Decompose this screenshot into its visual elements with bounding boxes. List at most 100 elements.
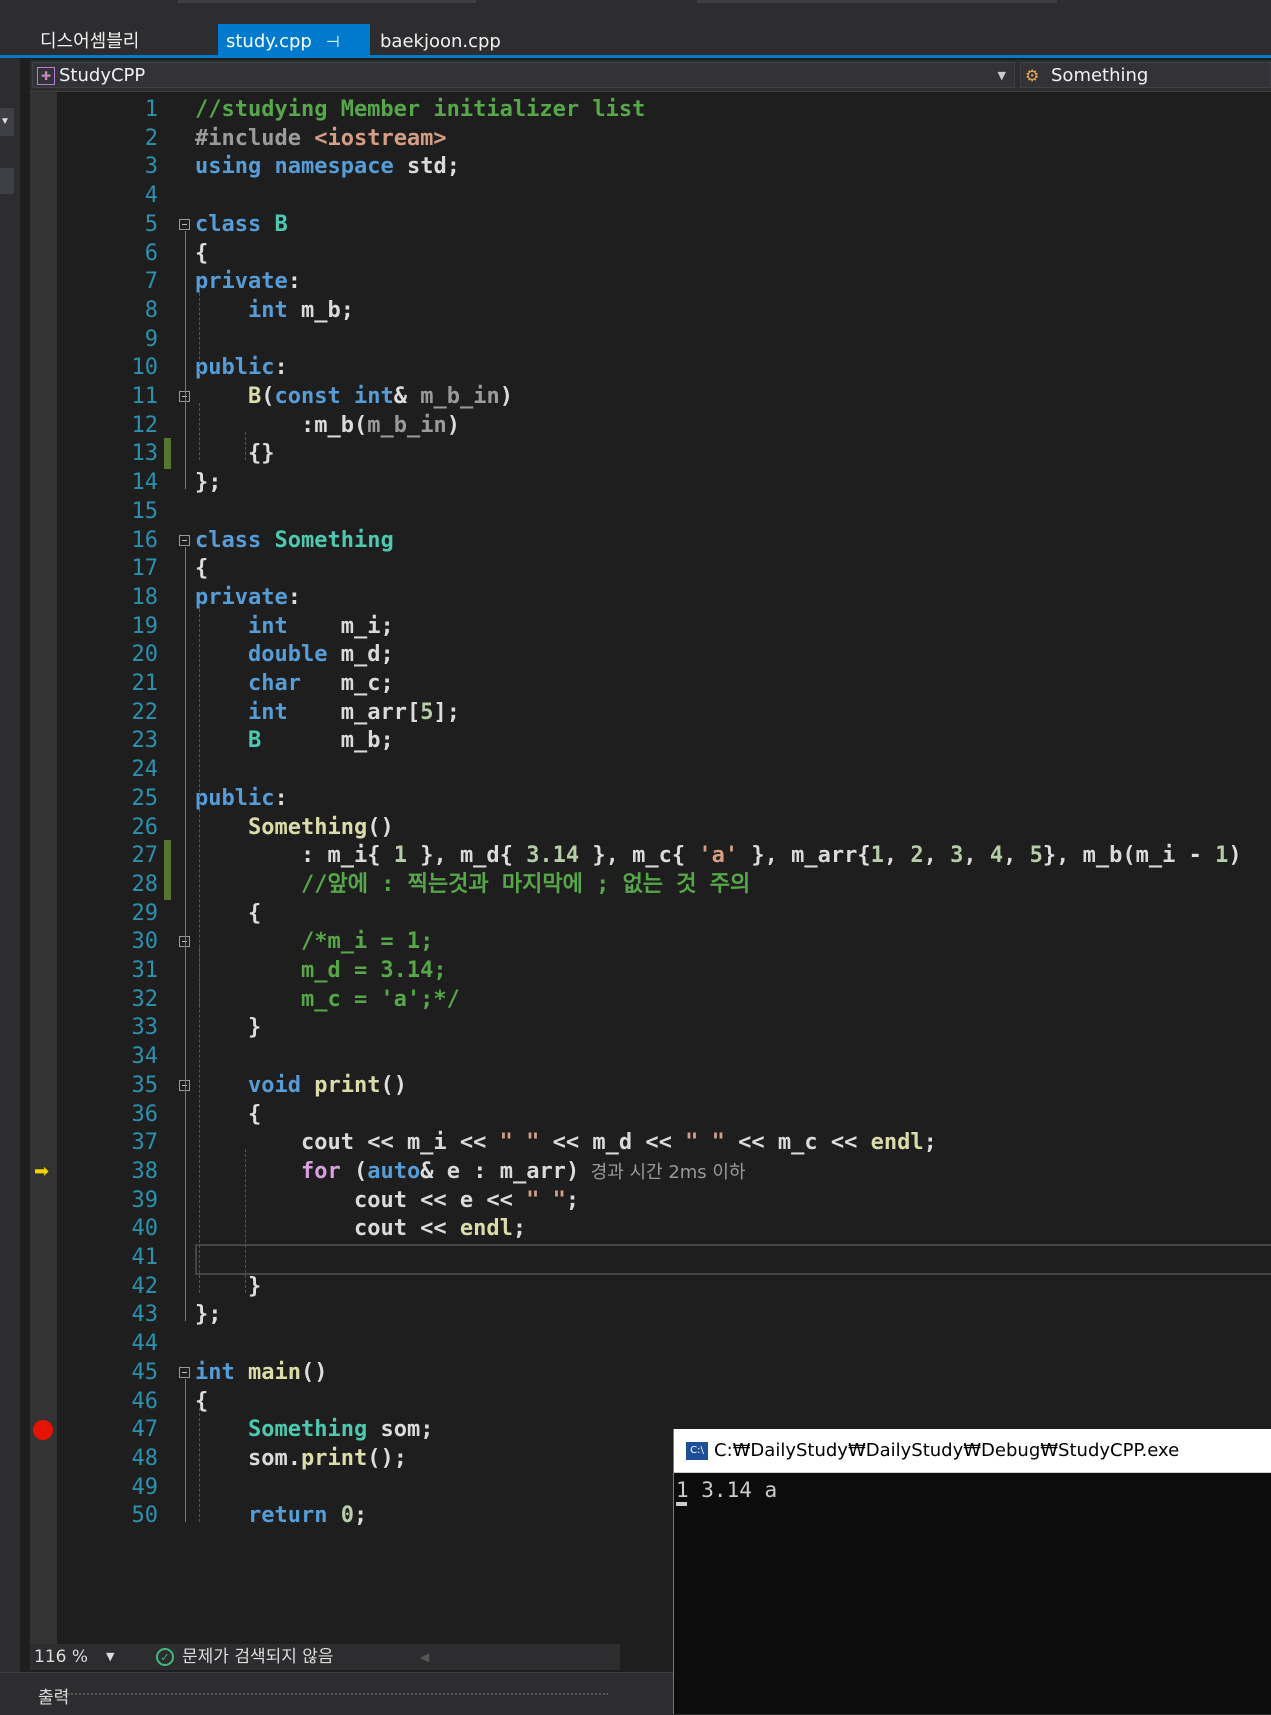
- code-line[interactable]: 20 double m_d;: [30, 639, 1271, 670]
- code-text[interactable]: Something som;: [195, 1414, 433, 1445]
- code-line[interactable]: 35 void print(): [30, 1070, 1271, 1101]
- output-panel-title[interactable]: 출력: [38, 1683, 69, 1708]
- zoom-level[interactable]: 116 %: [34, 1644, 88, 1670]
- tab-baekjoon-cpp[interactable]: baekjoon.cpp: [372, 24, 522, 56]
- code-text[interactable]: m_c = 'a';*/: [195, 984, 460, 1015]
- code-line[interactable]: 11 B(const int& m_b_in): [30, 381, 1271, 412]
- code-line[interactable]: 45 int main(): [30, 1357, 1271, 1388]
- scope-dropdown[interactable]: ⚙ Something: [1020, 62, 1271, 88]
- code-text[interactable]: {: [195, 553, 208, 584]
- code-text[interactable]: public:: [195, 352, 288, 383]
- code-line[interactable]: 28 //앞에 : 찍는것과 마지막에 ; 없는 것 주의: [30, 868, 1271, 900]
- code-text[interactable]: class B: [195, 209, 288, 240]
- code-text[interactable]: using namespace std;: [195, 151, 460, 182]
- code-line[interactable]: 36 {: [30, 1099, 1271, 1130]
- code-text[interactable]: char m_c;: [195, 668, 394, 699]
- console-window[interactable]: C:\ C:₩DailyStudy₩DailyStudy₩Debug₩StudyC…: [673, 1429, 1271, 1714]
- code-line[interactable]: 33 }: [30, 1012, 1271, 1043]
- code-line[interactable]: 13 {}: [30, 438, 1271, 470]
- console-title-bar[interactable]: C:\ C:₩DailyStudy₩DailyStudy₩Debug₩StudyC…: [674, 1429, 1271, 1473]
- code-text[interactable]: Something(): [195, 812, 394, 843]
- code-text[interactable]: {: [195, 1386, 208, 1417]
- code-text[interactable]: som.print();: [195, 1443, 407, 1474]
- code-text[interactable]: : m_i{ 1 }, m_d{ 3.14 }, m_c{ 'a' }, m_a…: [195, 840, 1242, 871]
- code-text[interactable]: int m_arr[5];: [195, 697, 460, 728]
- side-tab[interactable]: [0, 168, 14, 194]
- code-line[interactable]: 16 class Something: [30, 525, 1271, 556]
- code-text[interactable]: {: [195, 238, 208, 269]
- collapse-toggle-icon[interactable]: [179, 1366, 190, 1378]
- tab-disassembly[interactable]: 디스어셈블리: [32, 24, 208, 56]
- code-line[interactable]: 2 #include <iostream>: [30, 123, 1271, 154]
- code-line[interactable]: 10 public:: [30, 352, 1271, 383]
- code-line[interactable]: 8 int m_b;: [30, 295, 1271, 326]
- code-text[interactable]: //앞에 : 찍는것과 마지막에 ; 없는 것 주의: [195, 869, 750, 900]
- code-text[interactable]: #include <iostream>: [195, 123, 447, 154]
- tab-study-cpp[interactable]: study.cpp⊣✕: [218, 24, 370, 87]
- code-line[interactable]: 32 m_c = 'a';*/: [30, 984, 1271, 1015]
- code-line[interactable]: 4: [30, 180, 1271, 211]
- code-line[interactable]: 43};: [30, 1299, 1271, 1330]
- code-line[interactable]: 44: [30, 1328, 1271, 1359]
- code-text[interactable]: cout << m_i << " " << m_d << " " << m_c …: [195, 1127, 937, 1158]
- code-text[interactable]: B(const int& m_b_in): [195, 381, 513, 412]
- project-dropdown[interactable]: ✚ StudyCPP ▼: [32, 62, 1015, 88]
- code-line[interactable]: 15: [30, 496, 1271, 527]
- code-line[interactable]: 46 {: [30, 1386, 1271, 1417]
- code-line[interactable]: 22 int m_arr[5];: [30, 697, 1271, 728]
- code-text[interactable]: /*m_i = 1;: [195, 926, 433, 957]
- code-text[interactable]: {: [195, 898, 261, 929]
- code-text[interactable]: int m_i;: [195, 611, 394, 642]
- code-editor[interactable]: 1 //studying Member initializer list 2 #inc…: [30, 92, 1271, 1644]
- code-text[interactable]: }: [195, 1271, 261, 1302]
- breakpoint-icon[interactable]: [33, 1420, 53, 1441]
- code-line[interactable]: 37 cout << m_i << " " << m_d << " " << m…: [30, 1127, 1271, 1158]
- code-line[interactable]: 42 }: [30, 1271, 1271, 1302]
- code-line[interactable]: 21 char m_c;: [30, 668, 1271, 699]
- code-text[interactable]: class Something: [195, 525, 394, 556]
- perf-tip[interactable]: 경과 시간 2ms 이하: [579, 1162, 746, 1183]
- code-line[interactable]: 25 public:: [30, 783, 1271, 814]
- code-text[interactable]: private:: [195, 266, 301, 297]
- code-line[interactable]: 9: [30, 324, 1271, 355]
- dropdown-arrow-icon[interactable]: ▼: [0, 108, 14, 136]
- code-line[interactable]: 34: [30, 1041, 1271, 1072]
- code-text[interactable]: cout << e << " ";: [195, 1185, 579, 1216]
- code-text[interactable]: return 0;: [195, 1500, 367, 1531]
- code-text[interactable]: m_d = 3.14;: [195, 955, 447, 986]
- code-text[interactable]: //studying Member initializer list: [195, 94, 645, 125]
- code-line[interactable]: 38 ➡ for (auto& e : m_arr) 경과 시간 2ms 이하: [30, 1156, 1271, 1187]
- code-line[interactable]: 12 :m_b(m_b_in): [30, 410, 1271, 441]
- code-line[interactable]: 26 Something(): [30, 812, 1271, 843]
- code-line[interactable]: 40 cout << endl;: [30, 1213, 1271, 1244]
- code-text[interactable]: B m_b;: [195, 725, 394, 756]
- code-line[interactable]: 18 private:: [30, 582, 1271, 613]
- code-line[interactable]: 5 class B: [30, 209, 1271, 240]
- code-line[interactable]: 17 {: [30, 553, 1271, 584]
- code-text[interactable]: for (auto& e : m_arr) 경과 시간 2ms 이하: [195, 1156, 746, 1188]
- code-text[interactable]: private:: [195, 582, 301, 613]
- code-line[interactable]: 1 //studying Member initializer list: [30, 94, 1271, 125]
- code-text[interactable]: };: [195, 1299, 222, 1330]
- code-text[interactable]: public:: [195, 783, 288, 814]
- scroll-left-icon[interactable]: ◀: [420, 1644, 429, 1670]
- collapse-toggle-icon[interactable]: [179, 534, 190, 546]
- code-line[interactable]: 39 cout << e << " ";: [30, 1185, 1271, 1216]
- code-line[interactable]: 30 /*m_i = 1;: [30, 926, 1271, 957]
- code-line[interactable]: 23 B m_b;: [30, 725, 1271, 756]
- code-text[interactable]: {: [195, 1099, 261, 1130]
- code-text[interactable]: void print(): [195, 1070, 407, 1101]
- code-line[interactable]: 6{: [30, 238, 1271, 269]
- code-line[interactable]: 14};: [30, 467, 1271, 498]
- collapse-toggle-icon[interactable]: [179, 218, 190, 230]
- code-text[interactable]: {}: [195, 438, 275, 469]
- code-line[interactable]: 19 int m_i;: [30, 611, 1271, 642]
- code-line[interactable]: 24: [30, 754, 1271, 785]
- code-line[interactable]: 7 private:: [30, 266, 1271, 297]
- code-line[interactable]: 27 : m_i{ 1 }, m_d{ 3.14 }, m_c{ 'a' }, …: [30, 840, 1271, 872]
- code-line[interactable]: 3 using namespace std;: [30, 151, 1271, 182]
- issues-status[interactable]: 문제가 검색되지 않음: [182, 1644, 334, 1670]
- code-text[interactable]: }: [195, 1012, 261, 1043]
- code-text[interactable]: :m_b(m_b_in): [195, 410, 460, 441]
- code-text[interactable]: double m_d;: [195, 639, 394, 670]
